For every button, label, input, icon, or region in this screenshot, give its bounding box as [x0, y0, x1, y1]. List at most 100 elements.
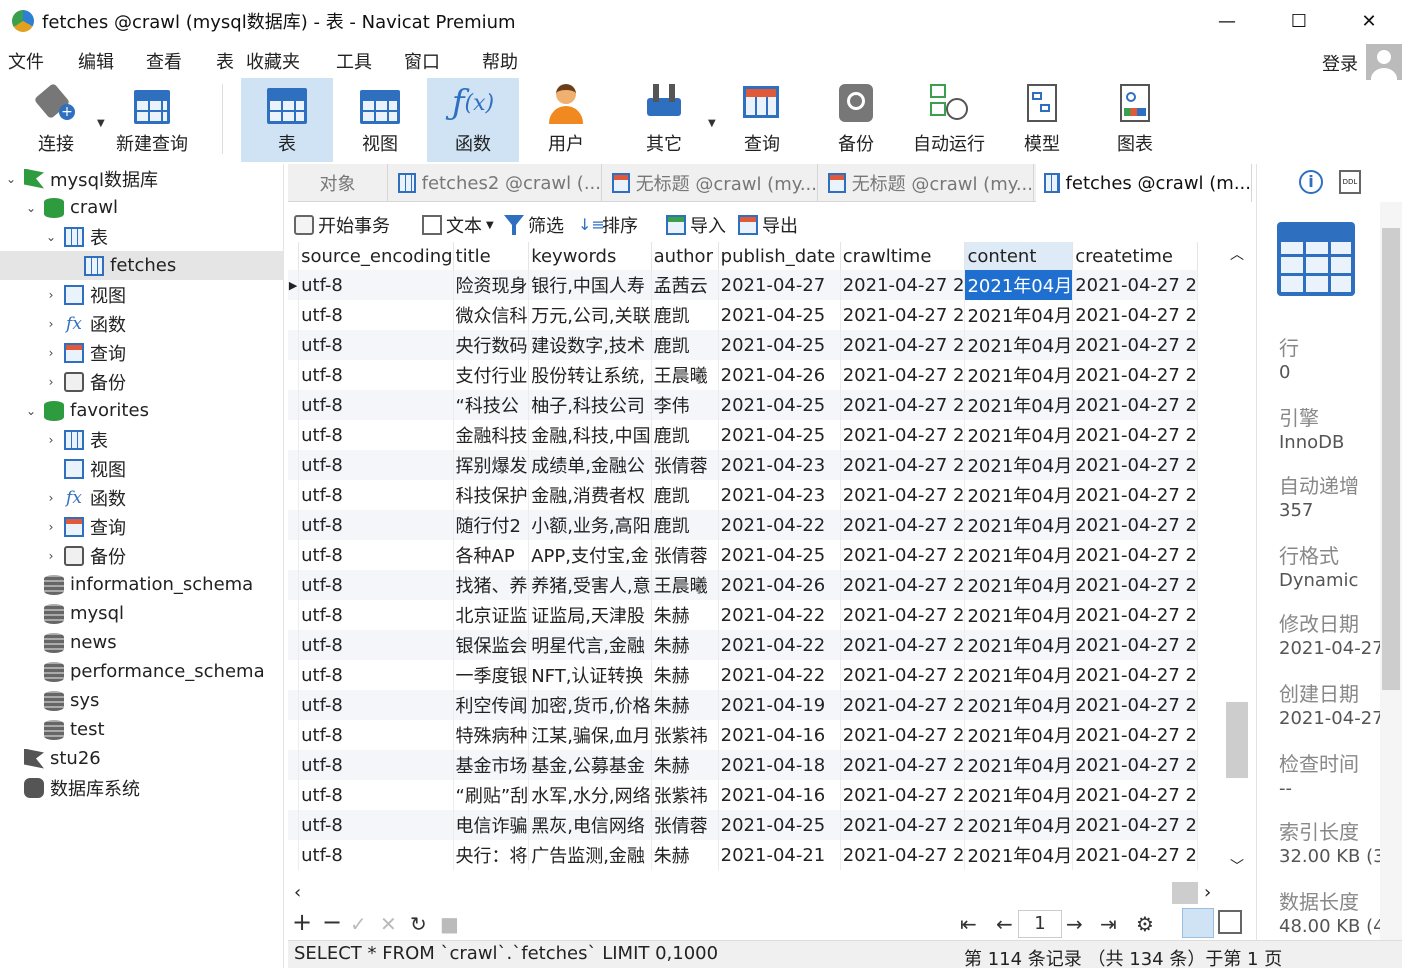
- table-cell[interactable]: 2021-04-22: [718, 510, 841, 540]
- tree-node-performance-schema[interactable]: performance_schema: [24, 657, 284, 686]
- row-marker[interactable]: [288, 390, 300, 420]
- table-row[interactable]: utf-8 基金市场 基金,公募基金 朱赫 2021-04-18 2021-04-27 2…: [288, 750, 1198, 780]
- table-cell[interactable]: 2021-04-27 2: [1072, 600, 1198, 630]
- table-cell[interactable]: 2021年04月: [964, 270, 1074, 300]
- chevron-down-icon[interactable]: ⌄: [4, 172, 18, 186]
- table-cell[interactable]: 王晨曦: [651, 360, 719, 390]
- text-button[interactable]: 文本 ▼: [422, 212, 494, 238]
- table-cell[interactable]: 万元,公司,关联: [528, 300, 652, 330]
- table-cell[interactable]: 2021年04月: [964, 450, 1074, 480]
- row-marker[interactable]: [288, 480, 300, 510]
- chevron-right-icon[interactable]: ›: [44, 433, 58, 447]
- table-cell[interactable]: 电信诈骗: [453, 810, 530, 840]
- grid-vertical-scrollbar[interactable]: ︿ ﹀: [1224, 242, 1250, 882]
- tree-node-favorites-backups[interactable]: › 备份: [44, 541, 284, 570]
- tree-node-mysql-db[interactable]: mysql: [24, 599, 284, 628]
- table-row[interactable]: utf-8 电信诈骗 黑灰,电信网络 张倩蓉 2021-04-25 2021-04-27 …: [288, 810, 1198, 840]
- menu-window[interactable]: 窗口: [404, 48, 440, 74]
- table-row[interactable]: utf-8 金融科技 金融,科技,中国 鹿凯 2021-04-25 2021-04-27 …: [288, 420, 1198, 450]
- table-cell[interactable]: 2021-04-27 2: [840, 420, 966, 450]
- row-marker[interactable]: [288, 570, 300, 600]
- table-cell[interactable]: 2021-04-25: [718, 420, 841, 450]
- stop-icon[interactable]: ■: [440, 912, 459, 936]
- table-cell[interactable]: utf-8: [298, 750, 454, 780]
- column-header[interactable]: crawltime: [840, 242, 966, 270]
- tree-node-favorites-functions[interactable]: › fx 函数: [44, 483, 284, 512]
- table-cell[interactable]: 明星代言,金融: [528, 630, 652, 660]
- table-cell[interactable]: 养猪,受害人,意: [528, 570, 652, 600]
- table-cell[interactable]: 2021-04-27 2: [1072, 300, 1198, 330]
- tab-objects[interactable]: 对象: [288, 164, 388, 202]
- table-cell[interactable]: utf-8: [298, 390, 454, 420]
- table-cell[interactable]: 2021-04-19: [718, 690, 841, 720]
- table-cell[interactable]: 孟茜云: [651, 270, 719, 300]
- table-row[interactable]: utf-8 微众信科 万元,公司,关联 鹿凯 2021-04-25 2021-04-27 …: [288, 300, 1198, 330]
- table-cell[interactable]: 2021年04月: [964, 570, 1074, 600]
- table-cell[interactable]: 2021-04-27 2: [840, 300, 966, 330]
- table-cell[interactable]: 险资现身: [453, 270, 530, 300]
- column-header[interactable]: author: [651, 242, 719, 270]
- row-marker[interactable]: [288, 780, 300, 810]
- table-cell[interactable]: 黑灰,电信网络: [528, 810, 652, 840]
- info-icon[interactable]: i: [1299, 170, 1323, 194]
- tree-node-favorites-db[interactable]: ⌄ favorites: [24, 396, 284, 425]
- table-cell[interactable]: utf-8: [298, 600, 454, 630]
- table-cell[interactable]: 2021-04-23: [718, 480, 841, 510]
- tree-node-fetches-table[interactable]: fetches: [0, 251, 284, 280]
- table-cell[interactable]: 2021年04月: [964, 540, 1074, 570]
- table-cell[interactable]: NFT,认证转换: [528, 660, 652, 690]
- table-cell[interactable]: 张倩蓉: [651, 450, 719, 480]
- chevron-down-icon[interactable]: ⌄: [44, 230, 58, 244]
- chevron-right-icon[interactable]: ›: [44, 549, 58, 563]
- row-marker[interactable]: [288, 840, 300, 870]
- table-cell[interactable]: 鹿凯: [651, 420, 719, 450]
- table-row[interactable]: utf-8 “科技公 柚子,科技公司 李伟 2021-04-25 2021-04-27 2…: [288, 390, 1198, 420]
- tab-fetches[interactable]: fetches @crawl (m...: [1036, 164, 1252, 202]
- row-marker[interactable]: [288, 540, 300, 570]
- row-marker[interactable]: [288, 630, 300, 660]
- first-page-icon[interactable]: ⇤: [960, 912, 977, 936]
- table-row[interactable]: utf-8 特殊病种 江某,骗保,血月 张紫祎 2021-04-16 2021-04-27…: [288, 720, 1198, 750]
- table-cell[interactable]: utf-8: [298, 720, 454, 750]
- table-cell[interactable]: utf-8: [298, 450, 454, 480]
- table-cell[interactable]: 2021-04-27: [718, 270, 841, 300]
- table-cell[interactable]: 2021年04月: [964, 840, 1074, 870]
- table-cell[interactable]: 支付行业: [453, 360, 530, 390]
- table-cell[interactable]: utf-8: [298, 780, 454, 810]
- table-cell[interactable]: 2021-04-27 2: [1072, 810, 1198, 840]
- tree-node-stu26-connection[interactable]: stu26: [4, 744, 284, 773]
- table-cell[interactable]: 挥别爆发: [453, 450, 530, 480]
- data-grid[interactable]: source_encoding title keywords author pu…: [288, 242, 1198, 882]
- table-cell[interactable]: 2021-04-26: [718, 360, 841, 390]
- table-cell[interactable]: 证监局,天津股: [528, 600, 652, 630]
- table-cell[interactable]: 张倩蓉: [651, 540, 719, 570]
- column-header[interactable]: publish_date: [718, 242, 841, 270]
- table-cell[interactable]: 2021-04-16: [718, 720, 841, 750]
- table-cell[interactable]: 2021年04月: [964, 720, 1074, 750]
- table-cell[interactable]: utf-8: [298, 840, 454, 870]
- table-cell[interactable]: 张紫祎: [651, 720, 719, 750]
- menu-edit[interactable]: 编辑: [78, 48, 114, 74]
- toolbar-model-button[interactable]: 模型: [996, 78, 1088, 162]
- prev-page-icon[interactable]: ←: [996, 912, 1013, 936]
- table-cell[interactable]: 广告监测,金融: [528, 840, 652, 870]
- table-cell[interactable]: utf-8: [298, 810, 454, 840]
- table-cell[interactable]: 2021-04-27 2: [840, 840, 966, 870]
- table-row[interactable]: utf-8 找猪、养 养猪,受害人,意 王晨曦 2021-04-26 2021-04-27…: [288, 570, 1198, 600]
- table-cell[interactable]: 2021年04月: [964, 690, 1074, 720]
- table-cell[interactable]: 特殊病种: [453, 720, 530, 750]
- maximize-button[interactable]: ☐: [1264, 0, 1334, 42]
- table-cell[interactable]: 2021年04月: [964, 300, 1074, 330]
- chevron-down-icon[interactable]: ⌄: [24, 201, 38, 215]
- table-cell[interactable]: 2021-04-25: [718, 300, 841, 330]
- table-cell[interactable]: 鹿凯: [651, 510, 719, 540]
- table-cell[interactable]: 加密,货币,价格: [528, 690, 652, 720]
- table-cell[interactable]: 2021-04-27 2: [1072, 360, 1198, 390]
- toolbar-query-button[interactable]: 查询: [716, 78, 808, 162]
- table-cell[interactable]: 2021-04-27 2: [840, 630, 966, 660]
- table-cell[interactable]: 2021-04-25: [718, 810, 841, 840]
- row-marker[interactable]: [288, 420, 300, 450]
- close-button[interactable]: ✕: [1334, 0, 1402, 42]
- table-cell[interactable]: 2021-04-25: [718, 330, 841, 360]
- filter-button[interactable]: 筛选: [504, 212, 564, 238]
